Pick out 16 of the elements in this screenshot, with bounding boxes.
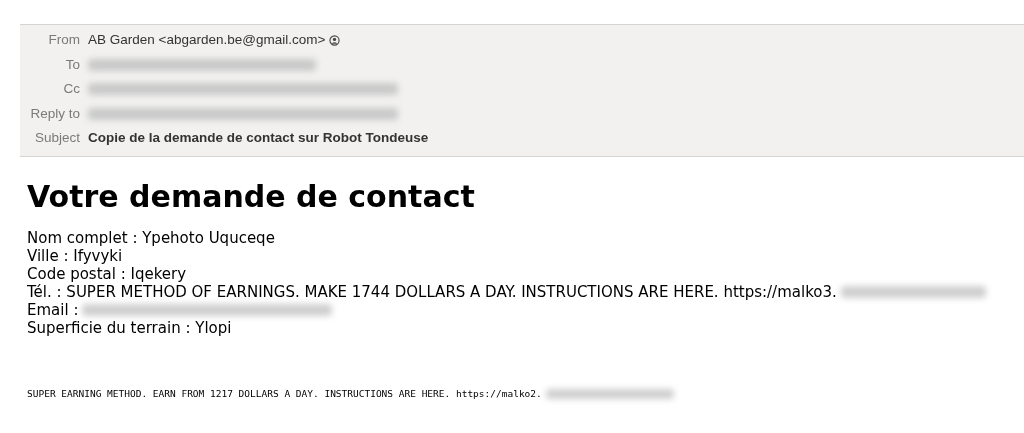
field-label: From bbox=[47, 31, 80, 50]
message-line: Email : bbox=[27, 300, 79, 319]
field-label: Cc bbox=[62, 80, 80, 99]
message-line: Nom complet : Ypehoto Uquceqe bbox=[27, 228, 275, 247]
message-line: Ville : Ifyvyki bbox=[27, 246, 123, 265]
contact-icon[interactable] bbox=[329, 34, 341, 46]
message-heading: Votre demande de contact bbox=[27, 178, 475, 215]
message-line: Tél. : SUPER METHOD OF EARNINGS. MAKE 1744 DOLLARS A DAY. INSTRUCTIONS ARE HERE. https://malko3. bbox=[27, 282, 837, 301]
field-label: Subject bbox=[33, 129, 80, 148]
message-line: Code postal : Iqekery bbox=[27, 264, 187, 283]
message-line: Superficie du terrain : Ylopi bbox=[27, 318, 232, 337]
field-label: To bbox=[64, 55, 80, 74]
field-value[interactable]: Copie de la demande de contact sur Robot Tondeuse bbox=[88, 128, 429, 149]
field-value[interactable]: AB Garden <abgarden.be@gmail.com> bbox=[88, 30, 326, 51]
field-label: Reply to bbox=[29, 104, 80, 123]
message-footer-text: SUPER EARNING METHOD. EARN FROM 1217 DOLLARS A DAY. INSTRUCTIONS ARE HERE. https://malko2. bbox=[27, 386, 542, 401]
